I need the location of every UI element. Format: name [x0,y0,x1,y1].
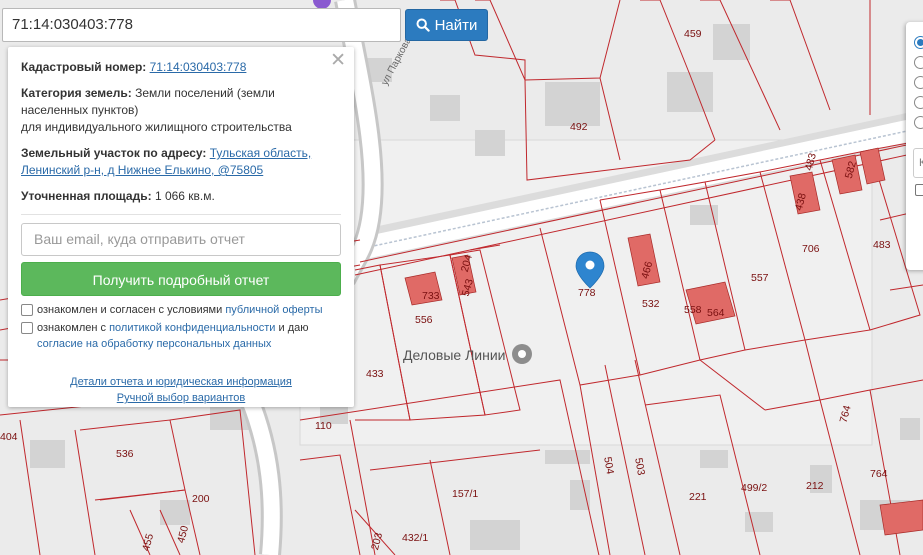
consent-privacy: ознакомлен с политикой конфиденциальност… [21,320,341,352]
personal-data-consent-link[interactable]: согласие на обработку персональных данны… [37,338,271,350]
svg-text:556: 556 [415,314,433,326]
area-value: 1 066 кв.м. [154,189,215,203]
cadastral-label: Кадастровый номер: [21,60,147,74]
manual-choice-row: Ручной выбор вариантов [21,390,341,406]
svg-text:221: 221 [689,491,707,503]
consent-offer: ознакомлен и согласен с условиями публич… [21,302,341,318]
cadastral-row: Кадастровый номер: 71:14:030403:778 [21,59,341,76]
svg-text:532: 532 [642,298,660,310]
svg-text:536: 536 [116,448,134,460]
consent-privacy-mid: и даю [275,322,309,334]
report-details-row: Детали отчета и юридическая информация [21,374,341,390]
divider [21,214,341,215]
search-button[interactable]: Найти [405,9,488,41]
svg-text:564: 564 [707,307,725,319]
svg-text:499/2: 499/2 [741,482,767,494]
close-icon[interactable]: ✕ [330,51,346,71]
category-row: Категория земель: Земли поселений (земли… [21,85,341,136]
svg-text:558: 558 [684,304,702,316]
consent-privacy-prefix: ознакомлен с [37,322,110,334]
privacy-policy-link[interactable]: политикой конфиденциальности [109,322,275,334]
search-input[interactable]: 71:14:030403:778 [2,8,401,42]
layer-radio-4[interactable] [914,96,923,109]
layer-panel-input[interactable]: К [913,148,923,178]
cadastral-link[interactable]: 71:14:030403:778 [150,60,247,74]
svg-text:157/1: 157/1 [452,488,478,500]
layer-panel: К [906,22,923,270]
svg-text:433: 433 [366,368,384,380]
layer-radio-5[interactable] [914,116,923,129]
svg-text:110: 110 [315,420,332,432]
svg-text:557: 557 [751,272,769,284]
layer-radio-2[interactable] [914,56,923,69]
category-label: Категория земель: [21,86,132,100]
public-offer-link[interactable]: публичной оферты [225,304,322,316]
poi-icon[interactable] [512,344,532,364]
area-label: Уточненная площадь: [21,189,152,203]
svg-text:404: 404 [0,431,18,443]
manual-choice-link[interactable]: Ручной выбор вариантов [117,392,245,404]
svg-text:492: 492 [570,121,588,133]
area-row: Уточненная площадь: 1 066 кв.м. [21,188,341,205]
get-report-button[interactable]: Получить подробный отчет [21,262,341,296]
layer-radio-1[interactable] [914,36,923,49]
category-use: для индивидуального жилищного строительс… [21,120,292,134]
consent-offer-prefix: ознакомлен и согласен с условиями [37,304,226,316]
consent-offer-checkbox[interactable] [21,304,33,316]
report-details-link[interactable]: Детали отчета и юридическая информация [70,376,292,388]
consent-privacy-checkbox[interactable] [21,322,33,334]
consent-offer-text: ознакомлен и согласен с условиями публич… [37,302,323,318]
svg-text:706: 706 [802,243,820,255]
email-field[interactable]: Ваш email, куда отправить отчет [21,223,341,256]
svg-text:483: 483 [873,239,891,251]
svg-text:432/1: 432/1 [402,532,428,544]
consent-privacy-text: ознакомлен с политикой конфиденциальност… [37,320,341,352]
search-button-label: Найти [434,16,478,34]
svg-text:200: 200 [192,493,210,505]
layer-panel-checkbox[interactable] [915,184,923,196]
poi-label: Деловые Линии [403,347,505,363]
search-icon [416,18,430,32]
layer-radio-3[interactable] [914,76,923,89]
svg-text:733: 733 [422,290,440,302]
address-row: Земельный участок по адресу: Тульская об… [21,145,341,179]
svg-text:459: 459 [684,28,702,40]
svg-text:764: 764 [870,468,888,480]
svg-text:778: 778 [578,287,596,299]
address-label: Земельный участок по адресу: [21,146,207,160]
parcel-info-panel: ✕ Кадастровый номер: 71:14:030403:778 Ка… [8,47,354,407]
svg-text:212: 212 [806,480,824,492]
